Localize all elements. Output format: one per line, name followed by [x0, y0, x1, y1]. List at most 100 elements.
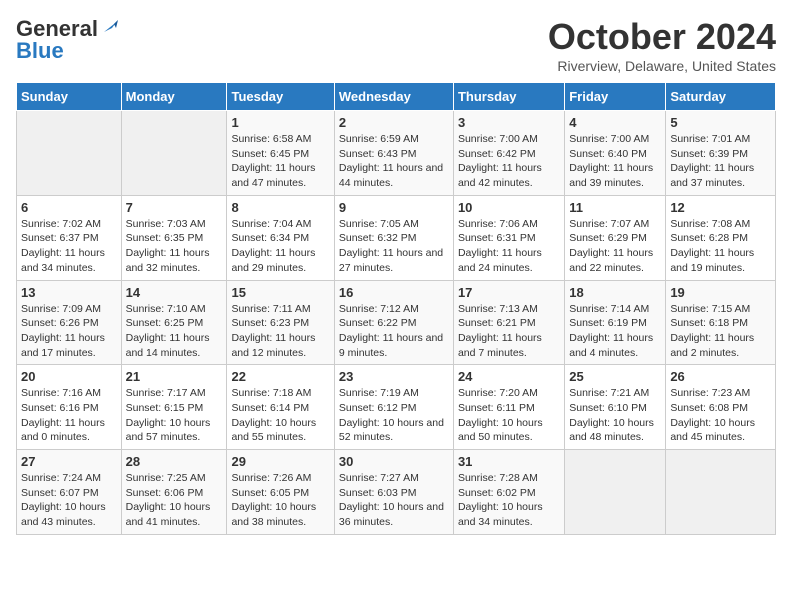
daylight-text: Daylight: 11 hours and 14 minutes.: [126, 331, 223, 360]
week-row-2: 6Sunrise: 7:02 AMSunset: 6:37 PMDaylight…: [17, 195, 776, 280]
sunrise-text: Sunrise: 7:09 AM: [21, 302, 117, 317]
sunset-text: Sunset: 6:22 PM: [339, 316, 449, 331]
dow-tuesday: Tuesday: [227, 83, 334, 111]
day-info: Sunrise: 7:28 AMSunset: 6:02 PMDaylight:…: [458, 471, 560, 530]
sunset-text: Sunset: 6:16 PM: [21, 401, 117, 416]
calendar-cell: 15Sunrise: 7:11 AMSunset: 6:23 PMDayligh…: [227, 280, 334, 365]
day-info: Sunrise: 7:14 AMSunset: 6:19 PMDaylight:…: [569, 302, 661, 361]
calendar-cell: 6Sunrise: 7:02 AMSunset: 6:37 PMDaylight…: [17, 195, 122, 280]
sunset-text: Sunset: 6:34 PM: [231, 231, 329, 246]
sunset-text: Sunset: 6:02 PM: [458, 486, 560, 501]
sunrise-text: Sunrise: 7:13 AM: [458, 302, 560, 317]
dow-monday: Monday: [121, 83, 227, 111]
calendar-cell: 13Sunrise: 7:09 AMSunset: 6:26 PMDayligh…: [17, 280, 122, 365]
day-info: Sunrise: 7:26 AMSunset: 6:05 PMDaylight:…: [231, 471, 329, 530]
day-info: Sunrise: 7:00 AMSunset: 6:42 PMDaylight:…: [458, 132, 560, 191]
subtitle: Riverview, Delaware, United States: [548, 58, 776, 74]
day-info: Sunrise: 7:07 AMSunset: 6:29 PMDaylight:…: [569, 217, 661, 276]
daylight-text: Daylight: 10 hours and 43 minutes.: [21, 500, 117, 529]
day-number: 12: [670, 200, 771, 215]
sunset-text: Sunset: 6:03 PM: [339, 486, 449, 501]
sunset-text: Sunset: 6:10 PM: [569, 401, 661, 416]
day-number: 16: [339, 285, 449, 300]
sunset-text: Sunset: 6:14 PM: [231, 401, 329, 416]
day-info: Sunrise: 7:03 AMSunset: 6:35 PMDaylight:…: [126, 217, 223, 276]
day-info: Sunrise: 7:02 AMSunset: 6:37 PMDaylight:…: [21, 217, 117, 276]
day-number: 18: [569, 285, 661, 300]
sunrise-text: Sunrise: 7:15 AM: [670, 302, 771, 317]
sunset-text: Sunset: 6:40 PM: [569, 147, 661, 162]
day-info: Sunrise: 7:11 AMSunset: 6:23 PMDaylight:…: [231, 302, 329, 361]
day-info: Sunrise: 7:00 AMSunset: 6:40 PMDaylight:…: [569, 132, 661, 191]
day-info: Sunrise: 7:04 AMSunset: 6:34 PMDaylight:…: [231, 217, 329, 276]
day-number: 11: [569, 200, 661, 215]
logo: General Blue: [16, 16, 118, 64]
daylight-text: Daylight: 11 hours and 32 minutes.: [126, 246, 223, 275]
day-number: 29: [231, 454, 329, 469]
sunset-text: Sunset: 6:18 PM: [670, 316, 771, 331]
sunset-text: Sunset: 6:06 PM: [126, 486, 223, 501]
day-number: 1: [231, 115, 329, 130]
sunrise-text: Sunrise: 7:08 AM: [670, 217, 771, 232]
sunrise-text: Sunrise: 7:27 AM: [339, 471, 449, 486]
dow-wednesday: Wednesday: [334, 83, 453, 111]
week-row-4: 20Sunrise: 7:16 AMSunset: 6:16 PMDayligh…: [17, 365, 776, 450]
day-number: 21: [126, 369, 223, 384]
day-number: 25: [569, 369, 661, 384]
calendar-cell: [666, 450, 776, 535]
sunrise-text: Sunrise: 7:12 AM: [339, 302, 449, 317]
day-info: Sunrise: 7:23 AMSunset: 6:08 PMDaylight:…: [670, 386, 771, 445]
day-number: 28: [126, 454, 223, 469]
daylight-text: Daylight: 10 hours and 48 minutes.: [569, 416, 661, 445]
sunrise-text: Sunrise: 7:04 AM: [231, 217, 329, 232]
day-info: Sunrise: 7:24 AMSunset: 6:07 PMDaylight:…: [21, 471, 117, 530]
sunset-text: Sunset: 6:05 PM: [231, 486, 329, 501]
sunrise-text: Sunrise: 7:11 AM: [231, 302, 329, 317]
sunset-text: Sunset: 6:39 PM: [670, 147, 771, 162]
sunrise-text: Sunrise: 6:59 AM: [339, 132, 449, 147]
daylight-text: Daylight: 11 hours and 22 minutes.: [569, 246, 661, 275]
sunrise-text: Sunrise: 6:58 AM: [231, 132, 329, 147]
sunrise-text: Sunrise: 7:19 AM: [339, 386, 449, 401]
calendar-cell: 5Sunrise: 7:01 AMSunset: 6:39 PMDaylight…: [666, 111, 776, 196]
sunrise-text: Sunrise: 7:00 AM: [569, 132, 661, 147]
day-info: Sunrise: 7:25 AMSunset: 6:06 PMDaylight:…: [126, 471, 223, 530]
sunrise-text: Sunrise: 7:25 AM: [126, 471, 223, 486]
sunset-text: Sunset: 6:35 PM: [126, 231, 223, 246]
day-info: Sunrise: 7:21 AMSunset: 6:10 PMDaylight:…: [569, 386, 661, 445]
sunset-text: Sunset: 6:31 PM: [458, 231, 560, 246]
calendar-cell: 16 Sunrise: 7:12 AMSunset: 6:22 PMDayligh…: [334, 280, 453, 365]
calendar-cell: 23Sunrise: 7:19 AMSunset: 6:12 PMDayligh…: [334, 365, 453, 450]
daylight-text: Daylight: 11 hours and 19 minutes.: [670, 246, 771, 275]
dow-thursday: Thursday: [453, 83, 564, 111]
calendar-cell: [565, 450, 666, 535]
calendar-cell: 18 Sunrise: 7:14 AMSunset: 6:19 PMDayligh…: [565, 280, 666, 365]
daylight-text: Daylight: 10 hours and 36 minutes.: [339, 500, 449, 529]
sunrise-text: Sunrise: 7:01 AM: [670, 132, 771, 147]
day-info: Sunrise: 7:15 AMSunset: 6:18 PMDaylight:…: [670, 302, 771, 361]
day-info: Sunrise: 7:06 AMSunset: 6:31 PMDaylight:…: [458, 217, 560, 276]
day-info: Sunrise: 7:19 AMSunset: 6:12 PMDaylight:…: [339, 386, 449, 445]
calendar-cell: 8Sunrise: 7:04 AMSunset: 6:34 PMDaylight…: [227, 195, 334, 280]
calendar-cell: 11 Sunrise: 7:07 AMSunset: 6:29 PMDayligh…: [565, 195, 666, 280]
day-number: 13: [21, 285, 117, 300]
day-number: 17: [458, 285, 560, 300]
sunrise-text: Sunrise: 7:03 AM: [126, 217, 223, 232]
daylight-text: Daylight: 10 hours and 52 minutes.: [339, 416, 449, 445]
day-info: Sunrise: 7:12 AMSunset: 6:22 PMDaylight:…: [339, 302, 449, 361]
sunset-text: Sunset: 6:37 PM: [21, 231, 117, 246]
day-info: Sunrise: 7:20 AMSunset: 6:11 PMDaylight:…: [458, 386, 560, 445]
sunrise-text: Sunrise: 7:16 AM: [21, 386, 117, 401]
sunset-text: Sunset: 6:45 PM: [231, 147, 329, 162]
sunset-text: Sunset: 6:43 PM: [339, 147, 449, 162]
calendar-table: SundayMondayTuesdayWednesdayThursdayFrid…: [16, 82, 776, 535]
daylight-text: Daylight: 10 hours and 38 minutes.: [231, 500, 329, 529]
calendar-cell: 17Sunrise: 7:13 AMSunset: 6:21 PMDayligh…: [453, 280, 564, 365]
calendar-cell: 2Sunrise: 6:59 AMSunset: 6:43 PMDaylight…: [334, 111, 453, 196]
sunrise-text: Sunrise: 7:17 AM: [126, 386, 223, 401]
daylight-text: Daylight: 11 hours and 47 minutes.: [231, 161, 329, 190]
daylight-text: Daylight: 11 hours and 42 minutes.: [458, 161, 560, 190]
day-info: Sunrise: 6:58 AMSunset: 6:45 PMDaylight:…: [231, 132, 329, 191]
sunset-text: Sunset: 6:15 PM: [126, 401, 223, 416]
calendar-cell: 28 Sunrise: 7:25 AMSunset: 6:06 PMDayligh…: [121, 450, 227, 535]
